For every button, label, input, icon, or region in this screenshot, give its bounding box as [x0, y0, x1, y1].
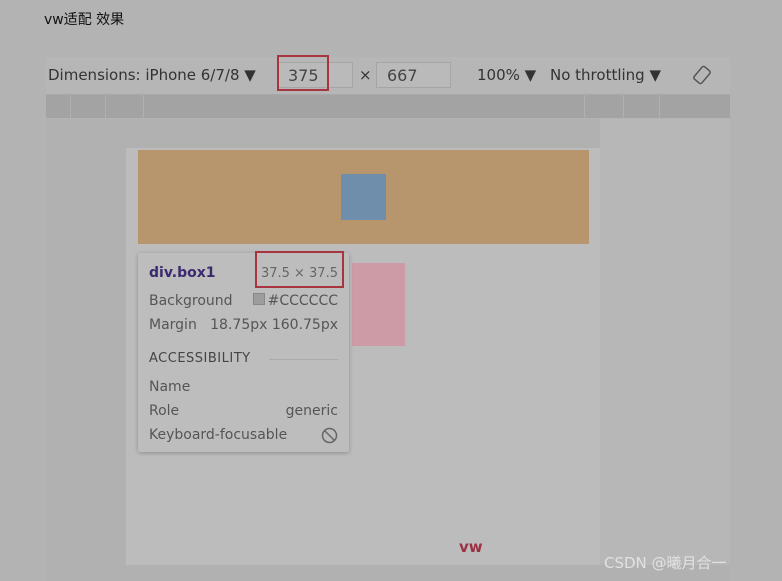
- selector: div.box1: [149, 265, 216, 281]
- background-label: Background: [149, 293, 233, 309]
- color-swatch: [252, 293, 265, 305]
- accessibility-heading: ACCESSIBILITY: [149, 351, 251, 366]
- size-highlight: [255, 251, 344, 288]
- inspect-tooltip: div.box1 37.5 × 37.5 Background #CCCCCC …: [138, 251, 349, 452]
- role-label: Role: [149, 403, 180, 419]
- rotate-icon[interactable]: [692, 65, 712, 85]
- watermark: CSDN @曦月合一: [604, 554, 727, 572]
- background-value: #CCCCCC: [267, 293, 338, 309]
- margin-label: Margin: [149, 317, 197, 333]
- zoom-dropdown[interactable]: 100% ▼: [477, 66, 536, 84]
- box1: [341, 174, 386, 220]
- times-sign: ×: [359, 66, 372, 84]
- pink-box: [352, 263, 405, 346]
- post-title: vw适配 效果: [44, 12, 125, 28]
- not-allowed-icon: [321, 427, 338, 444]
- role-value: generic: [285, 403, 338, 419]
- name-label: Name: [149, 379, 191, 395]
- width-highlight: [277, 55, 329, 91]
- media-query-ruler[interactable]: [46, 95, 730, 118]
- focus-label: Keyboard-focusable: [149, 427, 288, 443]
- device-toolbar: Dimensions: iPhone 6/7/8 ▼ 375 × 667 100…: [46, 55, 730, 95]
- dimensions-dropdown[interactable]: Dimensions: iPhone 6/7/8 ▼: [48, 66, 256, 84]
- height-input[interactable]: 667: [376, 62, 451, 88]
- throttling-dropdown[interactable]: No throttling ▼: [550, 66, 661, 84]
- margin-value: 18.75px 160.75px: [210, 317, 338, 333]
- vw-text: vw: [459, 538, 483, 556]
- side-area: [600, 119, 730, 565]
